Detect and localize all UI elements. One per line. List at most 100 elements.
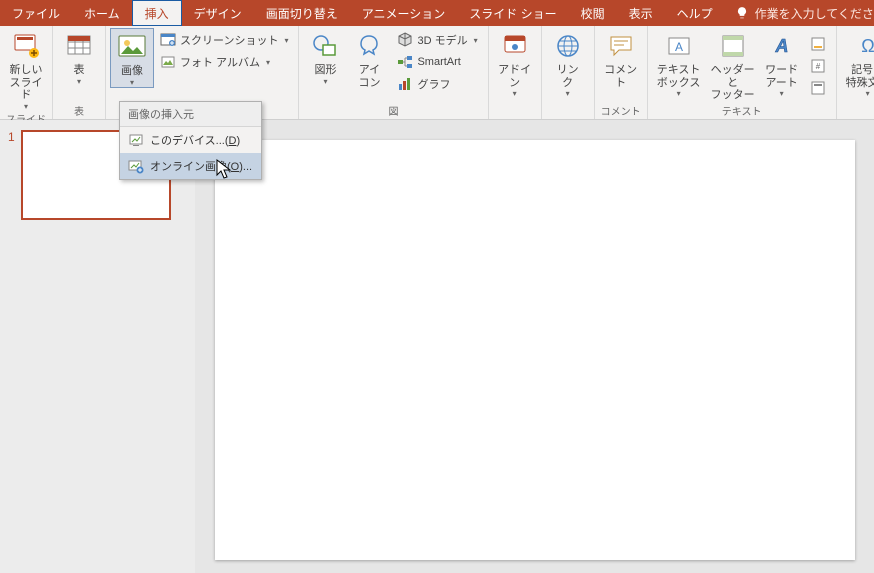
this-device-icon [128, 132, 144, 148]
cursor-icon [215, 158, 235, 180]
tab-review[interactable]: 校閲 [569, 0, 617, 26]
addins-label: アドイ ン [498, 64, 531, 89]
group-illustrations: 図形 ▾ アイ コン 3D モデル ▾ SmartArt [299, 26, 488, 119]
comment-label: コメン ト [604, 64, 637, 89]
svg-text:#: # [815, 62, 820, 71]
slide-canvas[interactable] [215, 140, 855, 560]
tab-home[interactable]: ホーム [72, 0, 132, 26]
chevron-down-icon: ▾ [513, 89, 517, 98]
chevron-down-icon: ▾ [266, 58, 270, 67]
icons-label: アイ コン [358, 64, 380, 89]
tab-insert[interactable]: 挿入 [132, 0, 182, 26]
textbox-label: テキスト ボックス [657, 64, 701, 89]
comment-button[interactable]: コメン ト [599, 28, 643, 89]
chevron-down-icon: ▾ [130, 78, 134, 87]
group-label-addins [493, 103, 537, 119]
tab-help[interactable]: ヘルプ [665, 0, 725, 26]
pictures-label: 画像 [121, 65, 143, 78]
chart-label: グラフ [417, 76, 450, 92]
chevron-down-icon: ▾ [677, 89, 681, 98]
new-slide-icon [10, 30, 42, 62]
textbox-icon: A [663, 30, 695, 62]
slide-thumbnail-panel: 1 [0, 120, 195, 573]
photo-album-icon [160, 54, 176, 70]
link-button[interactable]: リン ク ▾ [546, 28, 590, 98]
comment-icon [605, 30, 637, 62]
tab-transitions[interactable]: 画面切り替え [254, 0, 350, 26]
screenshot-label: スクリーンショット [180, 32, 278, 48]
wordart-label: ワード アート [765, 64, 798, 89]
online-pictures-item[interactable]: オンライン画像(O)... [120, 153, 261, 179]
table-button[interactable]: 表 ▾ [57, 28, 101, 86]
picture-icon [116, 31, 148, 63]
smartart-button[interactable]: SmartArt [393, 52, 481, 72]
chevron-down-icon: ▾ [566, 89, 570, 98]
smartart-icon [397, 54, 413, 70]
screenshot-button[interactable]: スクリーンショット ▾ [156, 30, 292, 50]
photo-album-button[interactable]: フォト アルバム ▾ [156, 52, 292, 72]
text-extra-2[interactable]: # [806, 56, 830, 76]
chart-icon [397, 76, 413, 92]
icons-icon [353, 30, 385, 62]
3d-models-button[interactable]: 3D モデル ▾ [393, 30, 481, 50]
this-device-item[interactable]: このデバイス...(D) [120, 127, 261, 153]
chevron-down-icon: ▾ [866, 89, 870, 98]
omega-icon: Ω [852, 30, 874, 62]
tab-strip: ファイル ホーム 挿入 デザイン 画面切り替え アニメーション スライド ショー… [0, 0, 874, 26]
symbols-label: 記号と 特殊文字 [846, 64, 874, 89]
dropdown-header: 画像の挿入元 [120, 102, 261, 127]
chevron-down-icon: ▾ [77, 77, 81, 86]
screenshot-icon [160, 32, 176, 48]
shapes-icon [309, 30, 341, 62]
tell-me-label: 作業を入力してください [755, 5, 874, 22]
shapes-button[interactable]: 図形 ▾ [303, 28, 347, 86]
table-label: 表 [74, 64, 85, 77]
online-pictures-icon [128, 158, 144, 174]
text-extra-3[interactable] [806, 78, 830, 98]
pictures-button[interactable]: 画像 ▾ [110, 28, 154, 88]
new-slide-label: 新しい スライド [6, 64, 46, 102]
3d-models-label: 3D モデル [417, 32, 467, 48]
tell-me[interactable]: 作業を入力してください [725, 0, 874, 26]
text-extra-1[interactable] [806, 34, 830, 54]
online-pictures-label: オンライン画像(O)... [150, 158, 252, 174]
group-symbols: Ω 記号と 特殊文字 ▾ [837, 26, 874, 119]
chevron-down-icon: ▾ [474, 36, 478, 45]
shapes-label: 図形 [314, 64, 336, 77]
tab-slideshow[interactable]: スライド ショー [457, 0, 568, 26]
slide-number: 1 [8, 130, 15, 220]
group-comments: コメン ト コメント [595, 26, 648, 119]
lightbulb-icon [735, 6, 749, 20]
icons-button[interactable]: アイ コン [347, 28, 391, 89]
addins-icon [499, 30, 531, 62]
smartart-label: SmartArt [417, 56, 460, 68]
symbols-button[interactable]: Ω 記号と 特殊文字 ▾ [841, 28, 874, 98]
group-label-tables: 表 [57, 103, 101, 119]
group-label-illustrations: 図 [303, 103, 483, 119]
group-text: A テキスト ボックス ▾ ヘッダーと フッター A ワード アート ▾ [648, 26, 837, 119]
tab-design[interactable]: デザイン [182, 0, 254, 26]
group-label-text: テキスト [652, 103, 832, 119]
slide-editor-area [195, 120, 874, 573]
chart-button[interactable]: グラフ [393, 74, 481, 94]
group-addins: アドイ ン ▾ [489, 26, 542, 119]
header-footer-button[interactable]: ヘッダーと フッター [706, 28, 760, 102]
link-label: リン ク [557, 64, 579, 89]
chevron-down-icon: ▾ [24, 102, 28, 111]
chevron-down-icon: ▾ [323, 77, 327, 86]
group-links: リン ク ▾ [542, 26, 595, 119]
addins-button[interactable]: アドイ ン ▾ [493, 28, 537, 98]
group-label-symbols [841, 103, 874, 119]
group-label-links [546, 103, 590, 119]
header-footer-label: ヘッダーと フッター [708, 64, 758, 102]
tab-view[interactable]: 表示 [617, 0, 665, 26]
textbox-button[interactable]: A テキスト ボックス ▾ [652, 28, 706, 98]
tab-file[interactable]: ファイル [0, 0, 72, 26]
header-footer-icon [717, 30, 749, 62]
chevron-down-icon: ▾ [284, 36, 288, 45]
table-icon [63, 30, 95, 62]
new-slide-button[interactable]: 新しい スライド ▾ [4, 28, 48, 111]
wordart-button[interactable]: A ワード アート ▾ [760, 28, 804, 98]
tab-animations[interactable]: アニメーション [350, 0, 458, 26]
group-label-comments: コメント [599, 103, 643, 119]
